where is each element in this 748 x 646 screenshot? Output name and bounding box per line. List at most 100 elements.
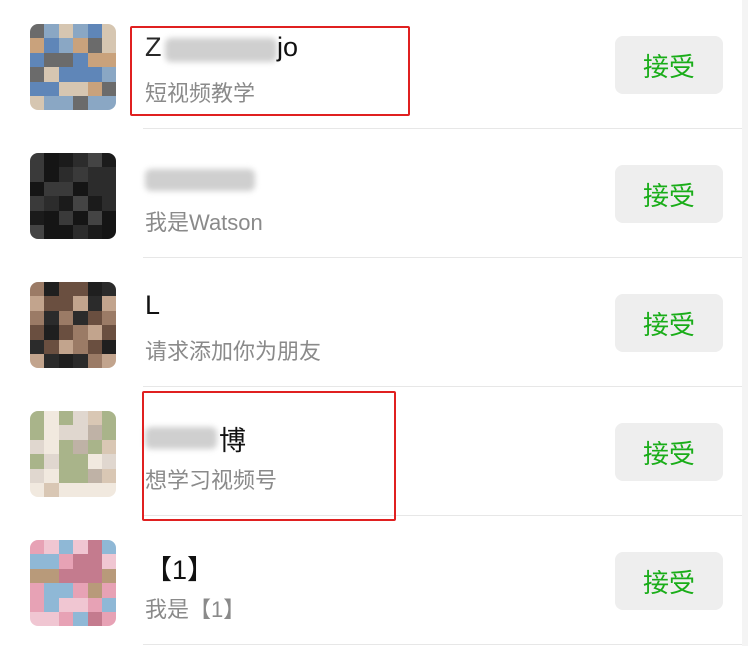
avatar-mosaic-tile — [44, 612, 59, 626]
avatar-mosaic-tile — [30, 225, 45, 239]
avatar-mosaic-tile — [87, 568, 102, 584]
avatar-mosaic-tile — [102, 540, 116, 555]
avatar[interactable] — [30, 411, 116, 497]
avatar-mosaic-tile — [102, 439, 116, 455]
avatar-mosaic-tile — [30, 296, 45, 311]
avatar-mosaic-tile — [44, 196, 59, 211]
avatar[interactable] — [30, 153, 116, 239]
avatar-mosaic-tile — [87, 38, 102, 53]
avatar-mosaic-tile — [73, 597, 88, 612]
avatar-mosaic-tile — [102, 225, 116, 239]
avatar-mosaic-tile — [44, 310, 59, 326]
avatar-mosaic-tile — [58, 554, 74, 569]
avatar-mosaic-tile — [87, 52, 102, 68]
avatar-mosaic-tile — [73, 282, 88, 297]
avatar-mosaic-tile — [87, 167, 102, 182]
avatar-mosaic-tile — [87, 310, 102, 326]
avatar-mosaic-tile — [30, 52, 45, 68]
avatar-mosaic-tile — [73, 612, 88, 626]
avatar-mosaic-tile — [30, 612, 45, 626]
avatar-mosaic-tile — [102, 296, 116, 311]
avatar-mosaic-tile — [58, 282, 74, 297]
avatar-mosaic-tile — [30, 425, 45, 440]
avatar-mosaic-tile — [44, 425, 59, 440]
avatar-mosaic-tile — [87, 24, 102, 39]
avatar-mosaic-tile — [30, 554, 45, 569]
avatar-mosaic-tile — [102, 153, 116, 168]
avatar-mosaic-tile — [73, 425, 88, 440]
avatar-mosaic-tile — [73, 210, 88, 225]
avatar-mosaic-tile — [44, 181, 59, 197]
request-name: 【1】 — [145, 555, 215, 585]
avatar-mosaic-tile — [102, 454, 116, 469]
avatar-mosaic-tile — [44, 597, 59, 612]
avatar-mosaic-tile — [44, 483, 59, 497]
divider — [143, 644, 742, 645]
avatar-mosaic-tile — [30, 540, 45, 555]
avatar-mosaic-tile — [44, 583, 59, 598]
friend-request-row[interactable]: 【1】 我是【1】 接受 — [0, 516, 742, 645]
avatar-mosaic-tile — [30, 583, 45, 598]
avatar-mosaic-tile — [58, 153, 74, 168]
avatar-mosaic-tile — [58, 310, 74, 326]
accept-button[interactable]: 接受 — [615, 552, 723, 610]
avatar-mosaic-tile — [44, 439, 59, 455]
avatar-mosaic-tile — [30, 454, 45, 469]
avatar-mosaic-tile — [102, 339, 116, 354]
request-message: 我是【1】 — [145, 597, 246, 622]
avatar-mosaic-tile — [58, 354, 74, 368]
avatar-mosaic-tile — [58, 540, 74, 555]
avatar-mosaic-tile — [44, 554, 59, 569]
avatar-mosaic-tile — [30, 325, 45, 340]
avatar-mosaic-tile — [87, 96, 102, 110]
avatar[interactable] — [30, 24, 116, 110]
avatar-mosaic-tile — [73, 454, 88, 469]
avatar-mosaic-tile — [44, 411, 59, 426]
avatar-mosaic-tile — [58, 468, 74, 483]
avatar-mosaic-tile — [87, 354, 102, 368]
avatar-mosaic-tile — [44, 296, 59, 311]
avatar-mosaic-tile — [58, 597, 74, 612]
accept-button[interactable]: 接受 — [615, 36, 723, 94]
avatar-mosaic-tile — [44, 24, 59, 39]
avatar-mosaic-tile — [44, 81, 59, 96]
friend-request-row[interactable]: 我是Watson 接受 — [0, 129, 742, 258]
avatar-mosaic-tile — [73, 96, 88, 110]
avatar-mosaic-tile — [87, 196, 102, 211]
avatar-mosaic-tile — [30, 38, 45, 53]
avatar-mosaic-tile — [44, 52, 59, 68]
avatar-mosaic-tile — [87, 67, 102, 82]
accept-button[interactable]: 接受 — [615, 294, 723, 352]
avatar-mosaic-tile — [73, 439, 88, 455]
avatar-mosaic-tile — [73, 568, 88, 584]
avatar[interactable] — [30, 540, 116, 626]
avatar-mosaic-tile — [102, 310, 116, 326]
friend-request-row[interactable]: L 请求添加你为朋友 接受 — [0, 258, 742, 387]
avatar-mosaic-tile — [73, 540, 88, 555]
accept-button[interactable]: 接受 — [615, 423, 723, 481]
avatar-mosaic-tile — [30, 196, 45, 211]
avatar-mosaic-tile — [87, 325, 102, 340]
avatar-mosaic-tile — [102, 96, 116, 110]
avatar-mosaic-tile — [58, 210, 74, 225]
avatar-mosaic-tile — [73, 52, 88, 68]
avatar[interactable] — [30, 282, 116, 368]
avatar-mosaic-tile — [73, 325, 88, 340]
avatar-mosaic-tile — [44, 454, 59, 469]
avatar-mosaic-tile — [73, 354, 88, 368]
accept-button[interactable]: 接受 — [615, 165, 723, 223]
avatar-mosaic-tile — [102, 583, 116, 598]
avatar-mosaic-tile — [58, 439, 74, 455]
avatar-mosaic-tile — [30, 282, 45, 297]
avatar-mosaic-tile — [87, 181, 102, 197]
avatar-mosaic-tile — [58, 411, 74, 426]
avatar-mosaic-tile — [30, 411, 45, 426]
avatar-mosaic-tile — [87, 483, 102, 497]
avatar-mosaic-tile — [102, 568, 116, 584]
avatar-mosaic-tile — [73, 24, 88, 39]
avatar-mosaic-tile — [73, 81, 88, 96]
avatar-mosaic-tile — [44, 167, 59, 182]
avatar-mosaic-tile — [30, 468, 45, 483]
avatar-mosaic-tile — [44, 96, 59, 110]
avatar-mosaic-tile — [58, 568, 74, 584]
